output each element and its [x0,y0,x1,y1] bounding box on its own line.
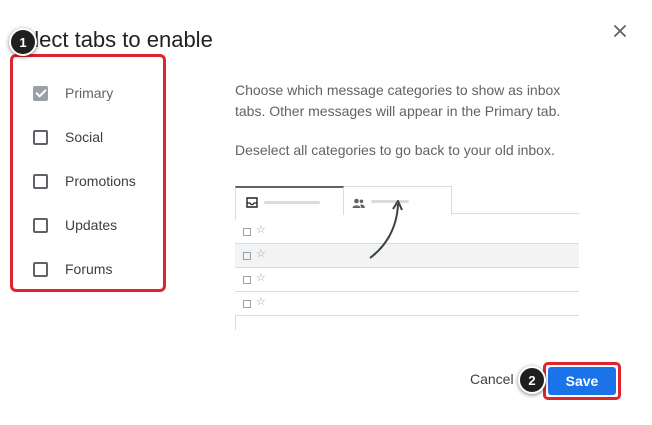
category-primary: Primary [33,82,113,104]
forums-checkbox[interactable] [33,261,48,277]
category-promotions[interactable]: Promotions [33,170,136,192]
category-label: Primary [65,85,114,101]
categories-list: Primary Social Promotions Updates Forums [10,54,166,292]
deselect-hint-text: Deselect all categories to go back to yo… [235,142,555,158]
category-forums[interactable]: Forums [33,258,112,280]
updates-checkbox[interactable] [33,217,48,233]
save-button[interactable]: Save [548,367,616,395]
category-label: Updates [65,217,118,233]
step-badge-2: 2 [518,366,546,394]
star-icon: ☆ [256,272,266,284]
description-text: Choose which message categories to show … [235,82,561,119]
category-label: Social [65,129,104,145]
close-icon[interactable] [609,20,631,42]
promotions-checkbox[interactable] [33,173,48,189]
step-badge-1: 1 [9,28,37,56]
category-label: Forums [65,261,113,277]
category-social[interactable]: Social [33,126,103,148]
inbox-icon [246,195,258,213]
preview-row: ☆ [235,292,579,316]
save-highlight: Save [543,362,621,400]
mini-checkbox [243,228,251,236]
mini-checkbox [243,300,251,308]
mini-checkbox [243,252,251,260]
preview-tab-primary [235,186,344,215]
category-updates[interactable]: Updates [33,214,117,236]
star-icon: ☆ [256,224,266,236]
star-icon: ☆ [256,248,266,260]
dialog-title: elect tabs to enable [22,27,213,52]
primary-checkbox [33,85,48,101]
curved-arrow-icon [360,196,410,262]
category-label: Promotions [65,173,136,189]
cancel-button[interactable]: Cancel [470,371,514,387]
social-checkbox[interactable] [33,129,48,145]
tab-placeholder-bar [264,201,320,204]
preview-row: ☆ [235,268,579,292]
select-tabs-dialog: elect tabs to enable Primary Social Prom… [0,0,652,425]
mini-checkbox [243,276,251,284]
star-icon: ☆ [256,296,266,308]
